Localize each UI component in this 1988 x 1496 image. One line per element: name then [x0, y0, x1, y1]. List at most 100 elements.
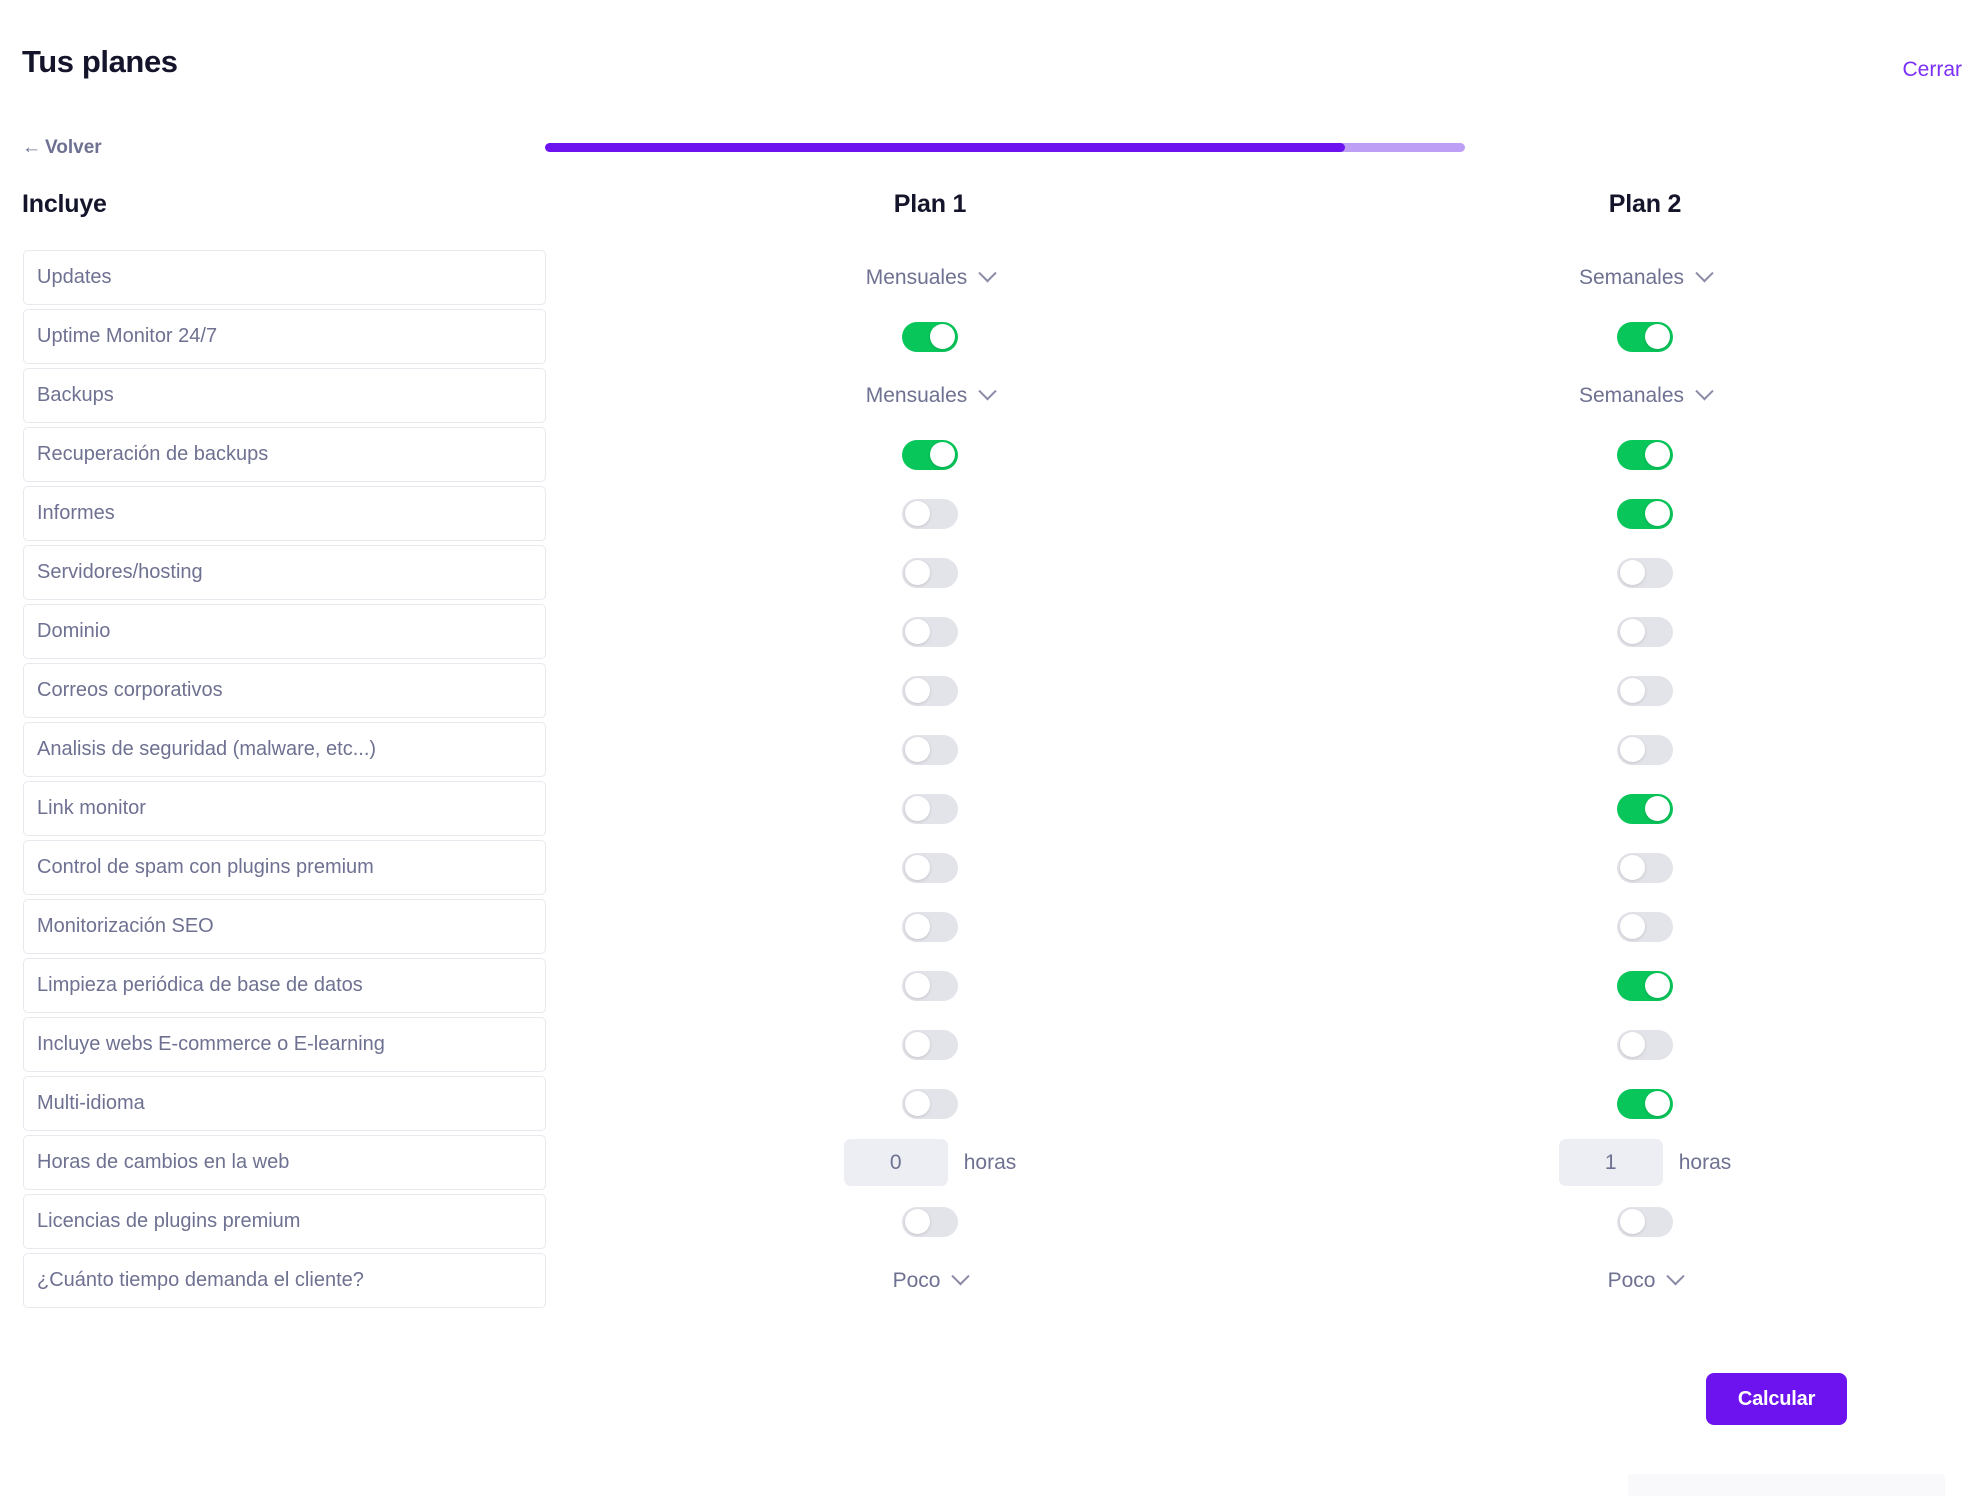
- plan1-cell: [765, 838, 1095, 897]
- toggle-plan2[interactable]: [1617, 439, 1673, 470]
- table-row: Informes: [0, 484, 1988, 543]
- plan1-cell: [765, 661, 1095, 720]
- select-plan2[interactable]: Semanales: [1578, 382, 1714, 408]
- toggle-knob: [905, 855, 930, 880]
- calculate-button[interactable]: Calcular: [1706, 1373, 1847, 1425]
- toggle-knob: [905, 1032, 930, 1057]
- feature-cell-recuperacion-de-backups: Recuperación de backups: [23, 427, 546, 482]
- toggle-plan1[interactable]: [902, 557, 958, 588]
- toggle-plan2[interactable]: [1617, 1088, 1673, 1119]
- toggle-plan1[interactable]: [902, 321, 958, 352]
- select-plan1[interactable]: Mensuales: [865, 264, 997, 290]
- toggle-knob: [930, 324, 955, 349]
- table-row: Control de spam con plugins premium: [0, 838, 1988, 897]
- toggle-plan2[interactable]: [1617, 911, 1673, 942]
- toggle-knob: [1645, 442, 1670, 467]
- plan1-cell: [765, 543, 1095, 602]
- toggle-knob: [905, 678, 930, 703]
- feature-label: Multi-idioma: [37, 1092, 145, 1114]
- plans-comparison-page: Tus planes Cerrar ← Volver Incluye Plan 1…: [0, 0, 1988, 1496]
- toggle-plan1[interactable]: [902, 793, 958, 824]
- bottom-panel-placeholder: [1628, 1474, 1945, 1496]
- toggle-plan1[interactable]: [902, 1206, 958, 1237]
- toggle-knob: [1645, 324, 1670, 349]
- toggle-plan2[interactable]: [1617, 734, 1673, 765]
- toggle-plan2[interactable]: [1617, 970, 1673, 1001]
- hours-input-group-plan1: horas: [843, 1139, 1016, 1186]
- toggle-knob: [905, 501, 930, 526]
- toggle-plan2[interactable]: [1617, 498, 1673, 529]
- feature-label: Analisis de seguridad (malware, etc...): [37, 738, 377, 760]
- feature-cell-control-de-spam-con-plugins-premiu: Control de spam con plugins premium: [23, 840, 546, 895]
- toggle-plan2[interactable]: [1617, 1029, 1673, 1060]
- plan2-cell: [1480, 1074, 1810, 1133]
- select-plan1[interactable]: Mensuales: [866, 382, 997, 408]
- plan1-cell: [765, 425, 1095, 484]
- toggle-plan2[interactable]: [1617, 675, 1673, 706]
- feature-comparison-table: Updates Mensuales Semanales Uptime Monitor …: [0, 248, 1988, 1310]
- select-plan1[interactable]: Poco: [892, 1267, 971, 1293]
- feature-label: Recuperación de backups: [37, 443, 269, 465]
- toggle-plan1[interactable]: [902, 970, 958, 1001]
- toggle-plan1[interactable]: [902, 1088, 958, 1119]
- toggle-plan1[interactable]: [902, 675, 958, 706]
- toggle-plan1[interactable]: [902, 439, 958, 470]
- column-heading-plan2: Plan 2: [1608, 190, 1682, 218]
- feature-cell-analisis-de-seguridad-malware-etc: Analisis de seguridad (malware, etc...): [23, 722, 546, 777]
- chevron-down-icon: [1695, 382, 1714, 401]
- toggle-plan1[interactable]: [902, 1029, 958, 1060]
- toggle-plan2[interactable]: [1617, 557, 1673, 588]
- feature-label: Uptime Monitor 24/7: [37, 325, 218, 347]
- plan1-cell: [765, 720, 1095, 779]
- toggle-knob: [1620, 855, 1645, 880]
- back-link[interactable]: ← Volver: [22, 137, 102, 159]
- plan1-cell: [765, 484, 1095, 543]
- toggle-plan1[interactable]: [902, 616, 958, 647]
- toggle-plan1[interactable]: [902, 852, 958, 883]
- toggle-plan2[interactable]: [1617, 793, 1673, 824]
- select-value: Semanales: [1578, 383, 1685, 407]
- plan2-cell: [1480, 484, 1810, 543]
- table-row: Link monitor: [0, 779, 1988, 838]
- select-plan2[interactable]: Semanales: [1579, 264, 1714, 290]
- toggle-knob: [1645, 501, 1670, 526]
- toggle-plan1[interactable]: [902, 734, 958, 765]
- feature-label: Incluye webs E-commerce o E-learning: [37, 1033, 385, 1055]
- toggle-plan2[interactable]: [1617, 616, 1673, 647]
- toggle-plan1[interactable]: [902, 498, 958, 529]
- table-row: Backups Mensuales Semanales: [0, 366, 1988, 425]
- toggle-plan2[interactable]: [1617, 321, 1673, 352]
- table-row: Horas de cambios en la web horas horas: [0, 1133, 1988, 1192]
- table-row: Limpieza periódica de base de datos: [0, 956, 1988, 1015]
- table-row: Dominio: [0, 602, 1988, 661]
- hours-input-plan2[interactable]: [1558, 1139, 1663, 1186]
- feature-label: Horas de cambios en la web: [37, 1151, 290, 1173]
- feature-label: Dominio: [37, 620, 111, 642]
- plan2-cell: Semanales: [1480, 248, 1810, 307]
- feature-cell-cuanto-tiempo-demanda-el-cliente: ¿Cuánto tiempo demanda el cliente?: [23, 1253, 546, 1308]
- toggle-plan1[interactable]: [902, 911, 958, 942]
- feature-label: Monitorización SEO: [37, 915, 214, 937]
- plan1-cell: [765, 1015, 1095, 1074]
- select-value: Poco: [892, 1268, 941, 1292]
- feature-label: Limpieza periódica de base de datos: [37, 974, 363, 996]
- hours-input-plan1[interactable]: [843, 1139, 948, 1186]
- hours-unit-label: horas: [1678, 1150, 1732, 1174]
- toggle-plan2[interactable]: [1617, 1206, 1673, 1237]
- toggle-knob: [1620, 560, 1645, 585]
- column-heading-features: Incluye: [22, 190, 107, 218]
- back-arrow-icon: ←: [22, 137, 41, 158]
- plan2-cell: [1480, 720, 1810, 779]
- plan1-cell: [765, 1074, 1095, 1133]
- plan2-cell: Poco: [1480, 1251, 1810, 1310]
- select-plan2[interactable]: Poco: [1608, 1267, 1686, 1293]
- toggle-knob: [905, 796, 930, 821]
- plan1-cell: horas: [765, 1133, 1095, 1192]
- toggle-plan2[interactable]: [1617, 852, 1673, 883]
- feature-cell-multi-idioma: Multi-idioma: [23, 1076, 546, 1131]
- feature-label: Updates: [37, 266, 112, 288]
- table-row: Updates Mensuales Semanales: [0, 248, 1988, 307]
- select-value: Mensuales: [865, 265, 968, 289]
- feature-cell-backups: Backups: [23, 368, 546, 423]
- close-link[interactable]: Cerrar: [1902, 58, 1962, 82]
